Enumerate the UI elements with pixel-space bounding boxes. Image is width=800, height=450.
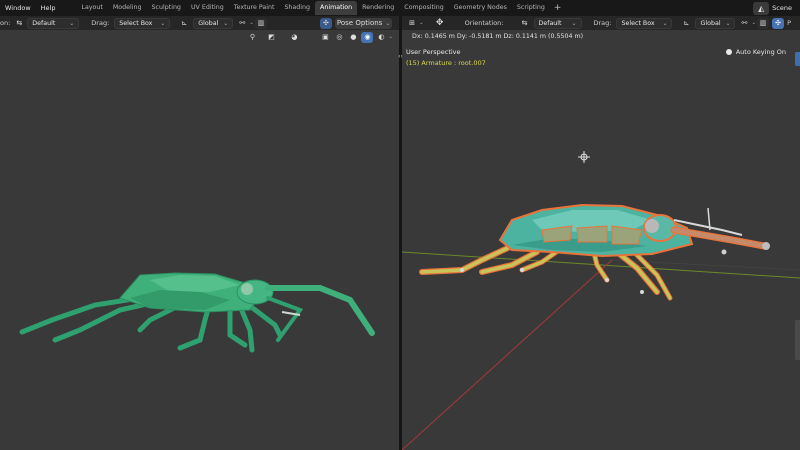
scene-selector[interactable]: ◭ Scene — [753, 0, 800, 16]
drag-label: Drag: — [91, 19, 110, 27]
drag-label: Drag: — [593, 19, 612, 27]
chevron-down-icon: ⌄ — [725, 19, 731, 27]
chevron-down-icon: ⌄ — [249, 20, 254, 26]
orientation-icon[interactable]: ⊾ — [178, 18, 190, 29]
tab-sculpting[interactable]: Sculpting — [147, 1, 186, 15]
chevron-down-icon: ⌄ — [571, 19, 577, 27]
chevron-down-icon: ⌄ — [662, 19, 668, 27]
pose-options-button[interactable]: Pose Options ⌄ — [334, 17, 393, 29]
transform-orientation-dropdown[interactable]: Global ⌄ — [695, 17, 736, 29]
auto-keying-indicator: Auto Keying On — [725, 48, 786, 56]
view-name-label: User Perspective — [406, 48, 461, 56]
chevron-down-icon: ⌄ — [160, 19, 166, 27]
move-icon[interactable]: ✥ — [434, 18, 446, 29]
snap-icon[interactable]: ▥ — [757, 17, 770, 29]
sidebar-tab[interactable] — [795, 320, 800, 360]
orientation-label: Orientation: — [464, 19, 504, 27]
transform-delta-readout: Dx: 0.1465 m Dy: -0.5181 m Dz: 0.1141 m … — [412, 33, 584, 40]
tab-texture-paint[interactable]: Texture Paint — [229, 1, 280, 15]
pivot-icon[interactable]: ⚯ — [236, 18, 248, 29]
pivot-icon[interactable]: ⚯ — [738, 18, 750, 29]
drag-dropdown[interactable]: Select Box ⌄ — [616, 17, 673, 29]
right-viewport-scene — [402, 151, 800, 450]
chevron-down-icon: ⌄ — [385, 19, 391, 27]
snap-icon[interactable]: ▥ — [254, 17, 267, 29]
left-viewport-header: on: ⇆ Default ⌄ Drag: Select Box ⌄ ⊾ Globa… — [0, 16, 399, 30]
chevron-down-icon: ⌄ — [223, 19, 229, 27]
scene-icon[interactable]: ◭ — [753, 1, 770, 15]
pose-options-label: Pose Options — [336, 19, 383, 27]
drag-value: Select Box — [621, 19, 655, 27]
drag-value: Select Box — [119, 19, 153, 27]
tab-compositing[interactable]: Compositing — [399, 1, 448, 15]
menu-help[interactable]: Help — [36, 0, 61, 16]
orientation-value: Default — [538, 19, 562, 27]
keying-label: on: — [0, 19, 11, 27]
chevron-down-icon: ⌄ — [751, 20, 757, 26]
add-workspace-button[interactable]: + — [550, 3, 566, 13]
left-3d-viewport[interactable]: ⚲ ◩ ◕ ▣ ◎ ● ◉ ◐ ⌄ — [0, 30, 399, 450]
tab-geometry-nodes[interactable]: Geometry Nodes — [449, 1, 512, 15]
proportional-editing-icon[interactable]: ✣ — [319, 17, 332, 29]
orientation-axes-icon[interactable]: ⇆ — [519, 18, 531, 29]
keying-set-value: Default — [32, 19, 56, 27]
menu-window[interactable]: Window — [0, 0, 36, 16]
drag-dropdown[interactable]: Select Box ⌄ — [114, 17, 171, 29]
scene-name[interactable]: Scene — [772, 4, 800, 12]
chevron-down-icon: ⌄ — [419, 20, 424, 26]
tab-layout[interactable]: Layout — [76, 1, 107, 15]
keyingset-icon[interactable]: ⇆ — [14, 18, 24, 29]
tab-shading[interactable]: Shading — [279, 1, 315, 15]
auto-keying-label: Auto Keying On — [735, 48, 786, 56]
record-dot-icon — [725, 49, 732, 55]
transform-orientation-dropdown[interactable]: Global ⌄ — [193, 17, 234, 29]
transform-orientation-icon[interactable]: ⊾ — [680, 18, 692, 29]
tab-scripting[interactable]: Scripting — [512, 1, 550, 15]
tab-animation[interactable]: Animation — [315, 1, 358, 15]
tab-rendering[interactable]: Rendering — [357, 1, 399, 15]
transform-orientation-value: Global — [198, 19, 219, 27]
transform-orientation-value: Global — [700, 19, 721, 27]
header-clipped-label: P — [787, 19, 792, 27]
orientation-dropdown[interactable]: Default ⌄ — [533, 17, 582, 29]
workspace-tabs: Layout Modeling Sculpting UV Editing Tex… — [76, 0, 565, 16]
proportional-editing-icon[interactable]: ✣ — [772, 17, 785, 29]
tab-uv-editing[interactable]: UV Editing — [186, 1, 229, 15]
sidebar-toggle-tab[interactable] — [795, 52, 800, 66]
active-object-label: (15) Armature : root.007 — [406, 59, 486, 67]
left-beetle-mesh — [19, 272, 375, 353]
3d-viewport-icon[interactable]: ⊞ — [406, 18, 418, 29]
chevron-down-icon: ⌄ — [69, 19, 75, 27]
top-menubar: Window Help Layout Modeling Sculpting UV… — [0, 0, 800, 16]
3d-cursor-icon — [578, 151, 590, 163]
right-3d-viewport[interactable]: Dx: 0.1465 m Dy: -0.5181 m Dz: 0.1141 m … — [402, 30, 800, 450]
right-viewport-header: ⊞ ⌄ ✥ Orientation: ⇆ Default ⌄ Drag: Sele… — [402, 16, 800, 30]
tab-modeling[interactable]: Modeling — [108, 1, 147, 15]
keying-set-dropdown[interactable]: Default ⌄ — [27, 17, 80, 29]
